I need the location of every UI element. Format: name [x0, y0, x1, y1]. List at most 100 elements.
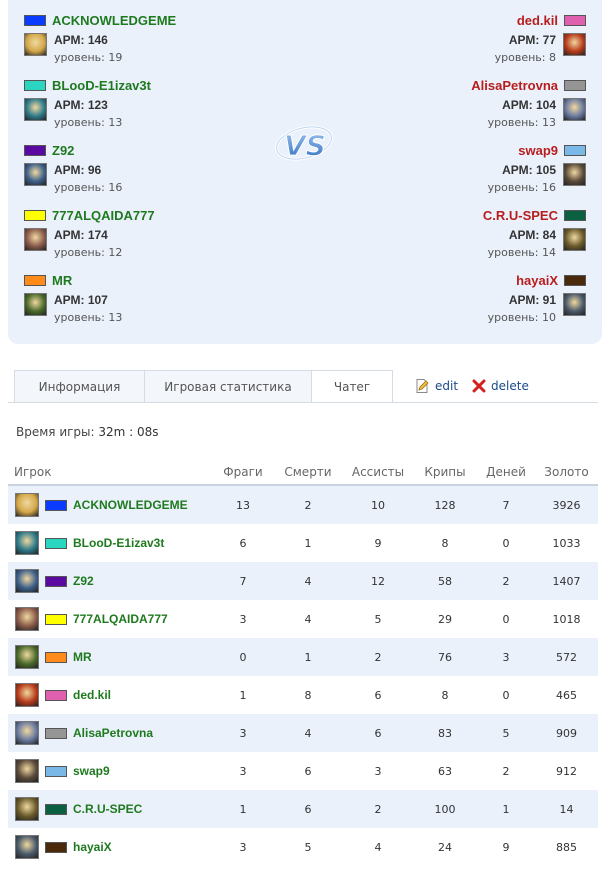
- player-name-link[interactable]: Z92: [52, 143, 74, 158]
- delete-button[interactable]: delete: [472, 379, 529, 393]
- player-name-link[interactable]: AlisaPetrovna: [471, 78, 558, 93]
- creeps-cell: 100: [434, 802, 456, 816]
- creeps-cell: 58: [438, 574, 452, 588]
- hero-portrait-icon: [15, 683, 39, 707]
- player-color-swatch: [45, 765, 67, 777]
- denies-cell: 0: [502, 536, 510, 550]
- player-name-link[interactable]: MR: [52, 273, 72, 288]
- player-name-link[interactable]: ACKNOWLEDGEME: [73, 498, 188, 512]
- hero-portrait-icon: [15, 493, 39, 517]
- player-name-link[interactable]: swap9: [73, 764, 110, 778]
- player-name-link[interactable]: ded.kil: [517, 13, 558, 28]
- delete-label: delete: [491, 379, 529, 393]
- creeps-cell: 128: [434, 498, 456, 512]
- table-row: Z92 7 4 12 58 2 1407: [8, 562, 598, 600]
- player-apm: АРМ: 146: [54, 33, 108, 47]
- frags-cell: 3: [239, 840, 247, 854]
- team-right: ded.kil АРМ: 77 уровень: 8 AlisaPetrovna…: [471, 10, 586, 335]
- player-name-link[interactable]: 777ALQAIDA777: [73, 612, 168, 626]
- gold-cell: 885: [556, 840, 577, 854]
- creeps-cell: 8: [441, 688, 449, 702]
- player-name-link[interactable]: hayaiX: [516, 273, 558, 288]
- table-header: Игрок Фраги Смерти Ассисты Крипы Деней З…: [8, 460, 598, 486]
- tab-chat[interactable]: Чатег: [311, 370, 393, 403]
- player-name-link[interactable]: 777ALQAIDA777: [52, 208, 155, 223]
- player-name-link[interactable]: MR: [73, 650, 92, 664]
- col-creeps: Крипы: [424, 465, 466, 479]
- player-level: уровень: 13: [54, 311, 123, 324]
- denies-cell: 5: [502, 726, 510, 740]
- assists-cell: 2: [374, 650, 382, 664]
- frags-cell: 6: [239, 536, 247, 550]
- frags-cell: 0: [239, 650, 247, 664]
- creeps-cell: 24: [438, 840, 452, 854]
- player-color-swatch: [564, 14, 586, 26]
- tab-game-stats[interactable]: Игровая статистика: [144, 370, 312, 403]
- gold-cell: 1407: [552, 574, 581, 588]
- hero-portrait-icon: [15, 531, 39, 555]
- match-header-panel: ACKNOWLEDGEME АРМ: 146 уровень: 19 BLooD…: [8, 0, 602, 344]
- col-gold: Золото: [544, 465, 589, 479]
- edit-button[interactable]: edit: [414, 378, 458, 394]
- gold-cell: 909: [556, 726, 577, 740]
- action-links: edit delete: [414, 378, 543, 394]
- player-apm: АРМ: 77: [508, 33, 556, 47]
- player-name-link[interactable]: AlisaPetrovna: [73, 726, 153, 740]
- player-level: уровень: 13: [487, 116, 556, 129]
- player-color-swatch: [24, 79, 46, 91]
- player-name-link[interactable]: hayaiX: [73, 840, 112, 854]
- col-player: Игрок: [14, 465, 52, 479]
- player-color-swatch: [564, 79, 586, 91]
- table-row: ACKNOWLEDGEME 13 2 10 128 7 3926: [8, 486, 598, 524]
- hero-portrait-icon: [24, 98, 47, 121]
- hero-portrait-icon: [563, 293, 586, 316]
- tab-info[interactable]: Информация: [14, 370, 145, 403]
- tab-divider: [8, 402, 598, 403]
- hero-portrait-icon: [15, 645, 39, 669]
- table-row: MR 0 1 2 76 3 572: [8, 638, 598, 676]
- player-name-link[interactable]: C.R.U-SPEC: [483, 208, 558, 223]
- vs-emblem-icon: VS: [275, 125, 333, 163]
- player-name-link[interactable]: BLooD-E1izav3t: [73, 536, 164, 550]
- edit-label: edit: [435, 379, 459, 393]
- hero-portrait-icon: [24, 33, 47, 56]
- deaths-cell: 8: [304, 688, 312, 702]
- table-row: AlisaPetrovna 3 4 6 83 5 909: [8, 714, 598, 752]
- player-apm: АРМ: 107: [54, 293, 108, 307]
- frags-cell: 3: [239, 612, 247, 626]
- deaths-cell: 4: [304, 726, 312, 740]
- deaths-cell: 6: [304, 802, 312, 816]
- player-name-link[interactable]: Z92: [73, 574, 94, 588]
- game-time-value: 32m : 08s: [98, 425, 159, 439]
- game-time: Время игры: 32m : 08s: [16, 425, 159, 439]
- gold-cell: 912: [556, 764, 577, 778]
- col-frags: Фраги: [223, 465, 263, 479]
- game-time-label: Время игры:: [16, 425, 95, 439]
- player-name-link[interactable]: ACKNOWLEDGEME: [52, 13, 176, 28]
- edit-icon: [416, 379, 429, 393]
- assists-cell: 10: [371, 498, 385, 512]
- hero-portrait-icon: [563, 228, 586, 251]
- table-row: hayaiX 3 5 4 24 9 885: [8, 828, 598, 866]
- player-name-link[interactable]: BLooD-E1izav3t: [52, 78, 151, 93]
- player-name-link[interactable]: ded.kil: [73, 688, 111, 702]
- player-level: уровень: 13: [54, 116, 123, 129]
- player-apm: АРМ: 91: [508, 293, 556, 307]
- hero-portrait-icon: [15, 721, 39, 745]
- player-card: AlisaPetrovna АРМ: 104 уровень: 13: [471, 75, 586, 140]
- player-color-swatch: [45, 689, 67, 701]
- player-level: уровень: 10: [487, 311, 556, 324]
- player-name-link[interactable]: swap9: [518, 143, 558, 158]
- denies-cell: 2: [502, 764, 510, 778]
- creeps-cell: 83: [438, 726, 452, 740]
- assists-cell: 3: [374, 764, 382, 778]
- creeps-cell: 8: [441, 536, 449, 550]
- deaths-cell: 4: [304, 612, 312, 626]
- hero-portrait-icon: [15, 569, 39, 593]
- deaths-cell: 6: [304, 764, 312, 778]
- denies-cell: 7: [502, 498, 510, 512]
- gold-cell: 1018: [552, 612, 581, 626]
- player-name-link[interactable]: C.R.U-SPEC: [73, 802, 142, 816]
- player-apm: АРМ: 84: [508, 228, 556, 242]
- player-color-swatch: [564, 144, 586, 156]
